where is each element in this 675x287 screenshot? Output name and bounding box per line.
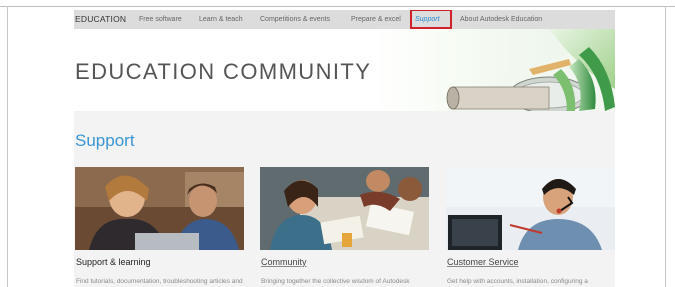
nav-item-competitions-events[interactable]: Competitions & events — [260, 10, 330, 29]
nav-item-prepare-excel[interactable]: Prepare & excel — [351, 10, 401, 29]
support-learning-photo[interactable] — [75, 167, 244, 250]
card-desc-support-learning: Find tutorials, documentation, troublesh… — [76, 277, 243, 287]
community-photo[interactable] — [260, 167, 429, 250]
nav-brand-education[interactable]: EDUCATION — [75, 10, 126, 29]
window-border-left — [7, 6, 8, 287]
card-community[interactable]: Community Bringing together the collecti… — [260, 167, 429, 287]
card-title-customer-service[interactable]: Customer Service — [447, 257, 519, 267]
page-title: EDUCATION COMMUNITY — [75, 59, 372, 84]
card-desc-community: Bringing together the collective wisdom … — [261, 277, 410, 287]
card-title-support-learning[interactable]: Support & learning — [76, 257, 151, 267]
turbine-illustration — [446, 29, 615, 111]
top-navigation: EDUCATION Free software Learn & teach Co… — [74, 10, 615, 29]
education-page: EDUCATION Free software Learn & teach Co… — [74, 10, 615, 287]
active-tab-highlight — [410, 10, 452, 29]
section-title: Support — [75, 131, 135, 150]
nav-item-learn-teach[interactable]: Learn & teach — [199, 10, 243, 29]
card-title-community[interactable]: Community — [261, 257, 307, 267]
nav-item-free-software[interactable]: Free software — [139, 10, 182, 29]
customer-service-photo[interactable] — [446, 167, 615, 250]
hero-banner: EDUCATION COMMUNITY — [74, 29, 615, 111]
card-support-learning[interactable]: Support & learning Find tutorials, docum… — [75, 167, 244, 287]
window-border-right — [665, 6, 666, 287]
window-border-top — [0, 6, 675, 7]
card-customer-service[interactable]: Customer Service Get help with accounts,… — [446, 167, 615, 287]
nav-item-about-autodesk-education[interactable]: About Autodesk Education — [460, 10, 542, 29]
card-desc-customer-service: Get help with accounts, installation, co… — [447, 277, 588, 287]
